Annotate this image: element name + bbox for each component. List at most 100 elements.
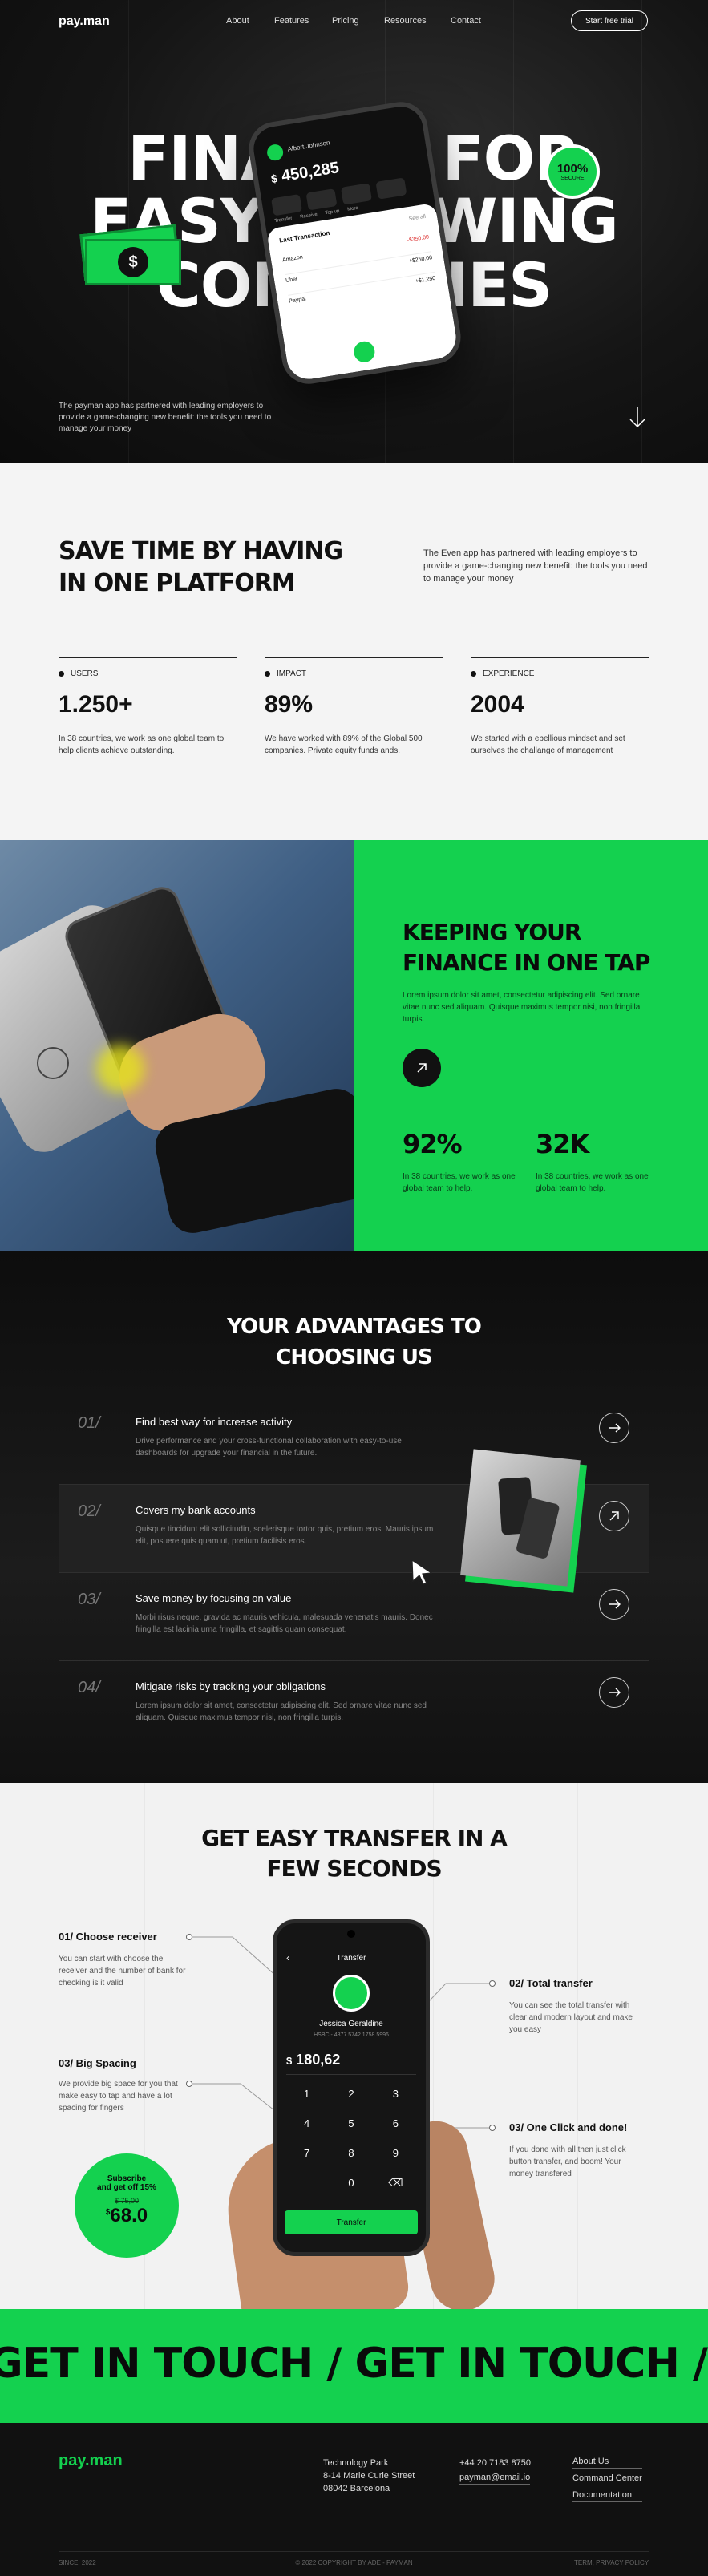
cursor-icon (411, 1559, 435, 1590)
promo-price: 68.0 (110, 2205, 148, 2226)
action-label: Receive (299, 212, 318, 220)
stat-desc: We have worked with 89% of the Global 50… (265, 734, 423, 755)
key-7[interactable]: 7 (285, 2147, 329, 2159)
fab-button[interactable] (352, 339, 377, 364)
key-1[interactable]: 1 (285, 2088, 329, 2100)
nav-resources[interactable]: Resources (384, 16, 427, 26)
stats-title: SAVE TIME BY HAVING IN ONE PLATFORM (59, 536, 343, 600)
point-title: 01/ Choose receiver (59, 1931, 157, 1943)
receiver-account: HSBC - 4877 5742 1758 5996 (314, 2032, 389, 2038)
yellow-light (96, 1045, 144, 1093)
stat-label: IMPACT (277, 669, 307, 678)
footer-link-documentation[interactable]: Documentation (572, 2490, 642, 2502)
avatar (333, 1975, 370, 2012)
arrow-right-button[interactable] (599, 1677, 629, 1708)
point-dot (186, 2081, 192, 2087)
phone-screen-title: Transfer (336, 1954, 366, 1963)
point-title: 03/ Big Spacing (59, 2057, 136, 2069)
get-in-touch-banner[interactable]: GET IN TOUCH / GET IN TOUCH / GET IN TOU… (0, 2309, 708, 2423)
stat-value: 2004 (471, 691, 524, 718)
point-title: 03/ One Click and done! (509, 2121, 628, 2133)
stats-intro: The Even app has partnered with leading … (423, 548, 648, 584)
advantage-number: 03/ (78, 1591, 100, 1608)
stat-label-row: EXPERIENCE (471, 669, 649, 678)
nav-about[interactable]: About (226, 16, 249, 26)
see-all-link[interactable]: See all (408, 214, 426, 222)
action-label: More (346, 205, 359, 212)
advantage-title: Find best way for increase activity (136, 1416, 293, 1428)
backspace-icon[interactable]: ⌫ (374, 2177, 418, 2190)
arrow-up-right-button[interactable] (599, 1501, 629, 1531)
keep-description: Lorem ipsum dolor sit amet, consectetur … (403, 991, 641, 1024)
keypad: 1 2 3 4 5 6 7 8 9 0 ⌫ (285, 2088, 418, 2190)
action-label: Transfer (274, 216, 293, 224)
key-3[interactable]: 3 (374, 2088, 418, 2100)
logo[interactable]: pay.man (59, 14, 110, 29)
arrow-down-icon[interactable] (629, 407, 646, 434)
arrow-right-button[interactable] (599, 1413, 629, 1443)
promo-line1: Subscribe (107, 2174, 147, 2183)
stats-title-line1: SAVE TIME BY HAVING (59, 537, 343, 565)
action-transfer[interactable] (271, 194, 303, 216)
keep-stat-value: 32K (536, 1129, 589, 1159)
transfer-section: GET EASY TRANSFER IN A FEW SECONDS 01/ C… (0, 1783, 708, 2309)
bullet-icon (471, 671, 476, 677)
tx-amount: +$1,250 (415, 275, 436, 285)
advantage-item[interactable]: 04/ Mitigate risks by tracking your obli… (59, 1661, 649, 1749)
key-5[interactable]: 5 (329, 2117, 373, 2129)
key-4[interactable]: 4 (285, 2117, 329, 2129)
footer-terms[interactable]: TERM, PRIVACY POLICY (574, 2559, 649, 2566)
footer-address: Technology Park 8-14 Marie Curie Street … (323, 2457, 415, 2495)
nav-pricing[interactable]: Pricing (332, 16, 359, 26)
tx-name: Uber (285, 276, 298, 285)
nav-features[interactable]: Features (274, 16, 309, 26)
stat-label: USERS (71, 669, 99, 678)
transfer-button[interactable]: Transfer (285, 2210, 418, 2234)
key-8[interactable]: 8 (329, 2147, 373, 2159)
key-2[interactable]: 2 (329, 2088, 373, 2100)
transfer-phone: ‹ Transfer Jessica Geraldine HSBC - 4877… (273, 1919, 430, 2256)
advantages-section: YOUR ADVANTAGES TO CHOOSING US 01/ Find … (0, 1251, 708, 1783)
footer-email[interactable]: payman@email.io (459, 2473, 531, 2485)
arrow-right-button[interactable] (599, 1589, 629, 1620)
keep-title: KEEPING YOUR FINANCE IN ONE TAP (403, 917, 650, 978)
start-trial-button[interactable]: Start free trial (571, 10, 648, 31)
bullet-icon (265, 671, 270, 677)
tx-name: Paypal (288, 296, 307, 305)
point-dot (489, 2125, 496, 2131)
promo-badge[interactable]: Subscribe and get off 15% $ 75,00 $68.0 (75, 2153, 179, 2258)
marquee-text: GET IN TOUCH / GET IN TOUCH / GET IN TOU… (0, 2339, 708, 2388)
arrow-up-right-icon (417, 1063, 427, 1073)
keep-stat-value: 92% (403, 1129, 463, 1159)
transactions-title: Last Transaction (278, 228, 330, 245)
camera-icon (347, 1930, 355, 1938)
key-9[interactable]: 9 (374, 2147, 418, 2159)
stats-title-line2: IN ONE PLATFORM (59, 569, 296, 597)
keep-stat-desc: In 38 countries, we work as one global t… (536, 1172, 649, 1193)
stat-experience: EXPERIENCE 2004 We started with a ebelli… (471, 657, 649, 757)
currency-icon: $ (286, 2055, 293, 2067)
stat-desc: In 38 countries, we work as one global t… (59, 734, 225, 755)
arrow-up-right-button[interactable] (403, 1049, 441, 1087)
advantage-desc: Morbi risus neque, gravida ac mauris veh… (136, 1613, 433, 1634)
nav-contact[interactable]: Contact (451, 16, 481, 26)
footer-logo[interactable]: pay.man (59, 2452, 123, 2470)
key-0[interactable]: 0 (329, 2177, 373, 2190)
stat-value: 89% (265, 691, 314, 718)
stat-value: 1.250+ (59, 691, 133, 718)
footer-phone[interactable]: +44 20 7183 8750 (459, 2457, 531, 2469)
action-topup[interactable] (340, 183, 372, 205)
currency-icon: $ (270, 172, 279, 186)
action-receive[interactable] (305, 188, 338, 211)
arrow-right-icon (609, 1688, 621, 1697)
action-more[interactable] (375, 177, 407, 200)
advantage-title: Save money by focusing on value (136, 1592, 292, 1604)
footer-link-about[interactable]: About Us (572, 2457, 642, 2469)
hero-description: The payman app has partnered with leadin… (59, 402, 272, 433)
money-bill: $ (85, 239, 181, 285)
keep-title-line2: FINANCE IN ONE TAP (403, 949, 650, 976)
secure-badge: 100% SECURE (545, 144, 600, 199)
key-6[interactable]: 6 (374, 2117, 418, 2129)
footer-link-command-center[interactable]: Command Center (572, 2473, 642, 2485)
action-label: Top up (325, 208, 340, 216)
